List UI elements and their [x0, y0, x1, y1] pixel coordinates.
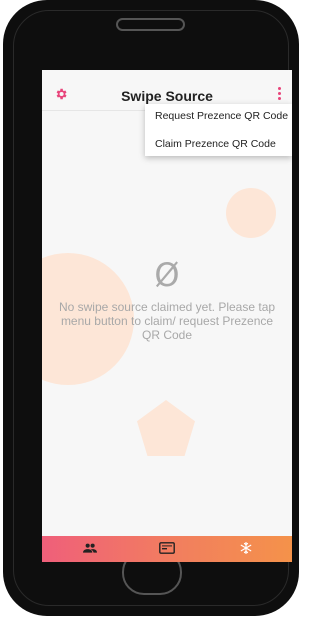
page-title: Swipe Source: [121, 88, 213, 104]
menu-item-request-qr[interactable]: Request Prezence QR Code: [145, 104, 292, 128]
empty-state-message: No swipe source claimed yet. Please tap …: [58, 300, 276, 342]
bottom-nav: [42, 536, 292, 562]
card-icon[interactable]: [159, 542, 175, 554]
menu-item-claim-qr[interactable]: Claim Prezence QR Code: [145, 132, 292, 156]
people-icon[interactable]: [83, 543, 97, 553]
decorative-pentagon: [137, 400, 195, 456]
phone-frame: Swipe Source Request Prezence QR Code Cl…: [3, 0, 299, 616]
snowflake-icon[interactable]: [240, 542, 252, 554]
app-screen: Swipe Source Request Prezence QR Code Cl…: [42, 70, 292, 562]
decorative-circle: [226, 188, 276, 238]
speaker-grille: [116, 18, 185, 31]
empty-set-icon: Ø: [154, 256, 180, 294]
overflow-menu: Request Prezence QR Code Claim Prezence …: [145, 104, 292, 156]
kebab-menu-icon[interactable]: [276, 86, 282, 102]
